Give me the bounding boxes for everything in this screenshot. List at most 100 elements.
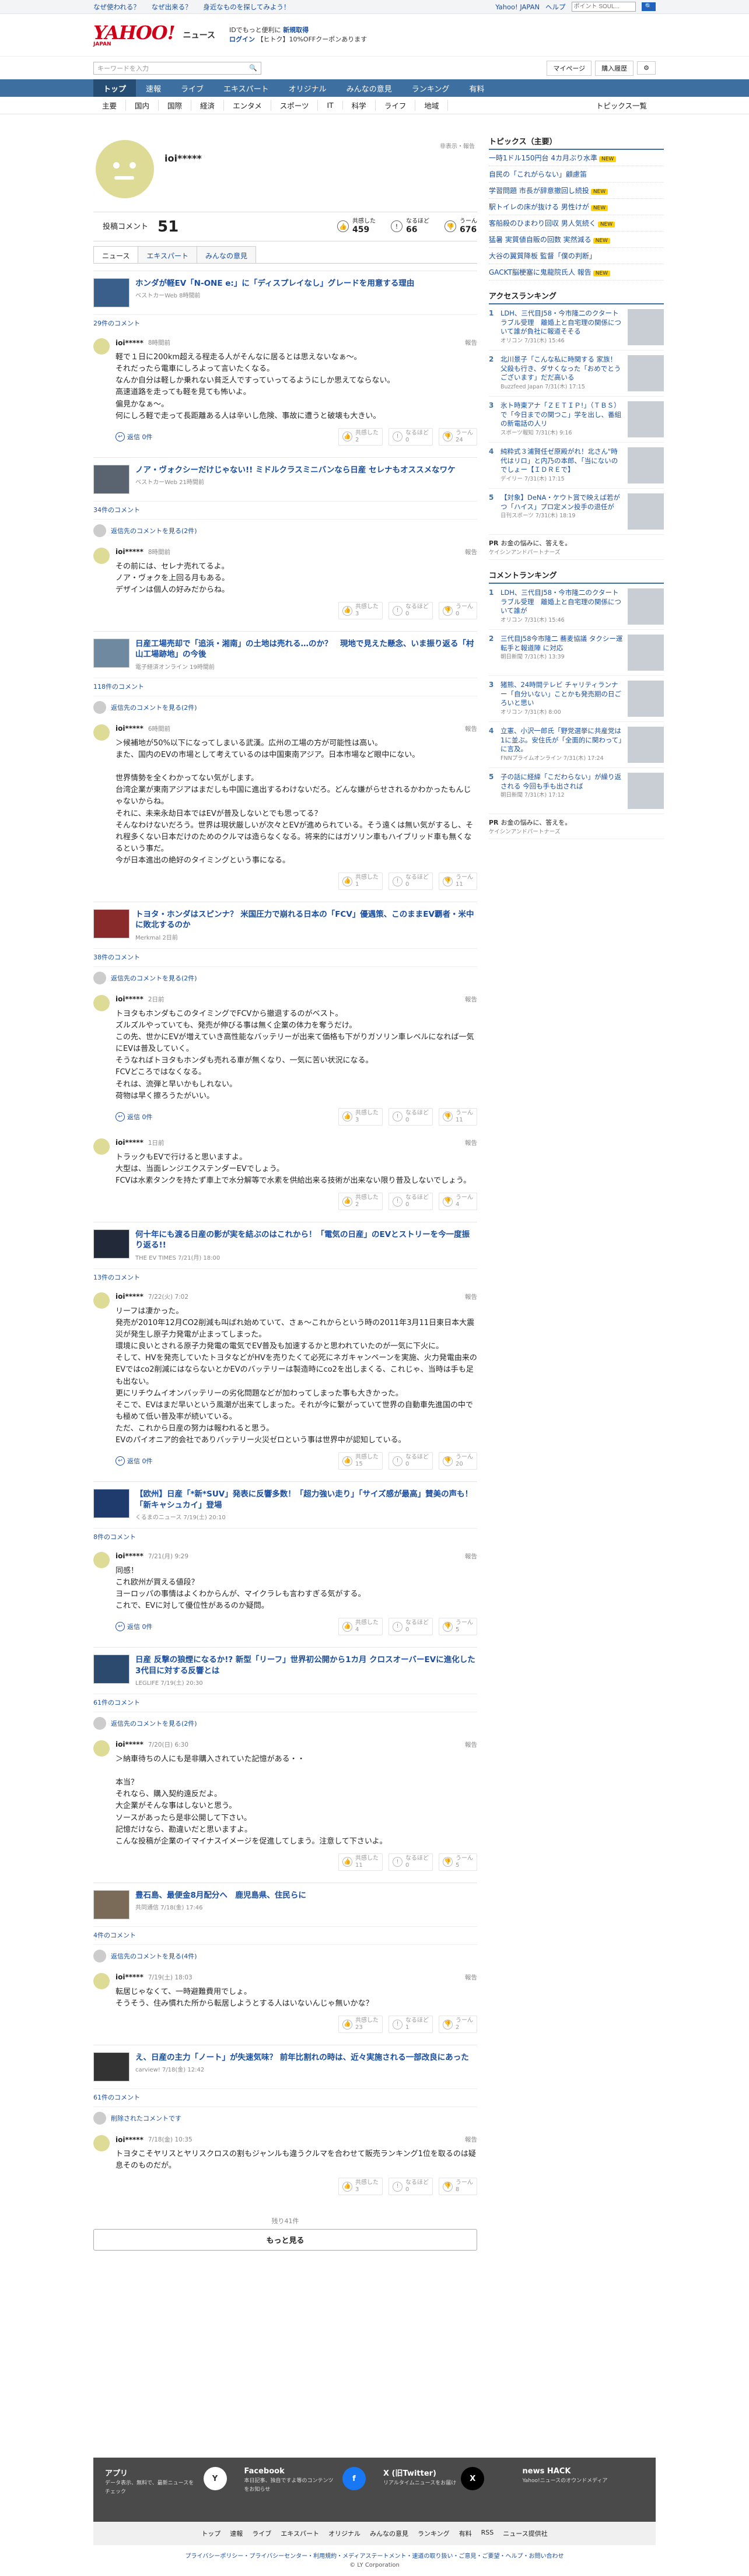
more-button[interactable]: もっと見る	[93, 2229, 477, 2251]
category-item[interactable]: ライフ	[376, 100, 416, 111]
parent-comment-link[interactable]: 返信先のコメントを見る(4件)	[93, 1944, 477, 1967]
empathy-button[interactable]: 👍 共感した 2	[338, 427, 383, 446]
parent-comment-link[interactable]: 返信先のコメントを見る(2件)	[93, 518, 477, 542]
unun-button[interactable]: 👎 うーん 5	[439, 1853, 477, 1871]
ranking-item[interactable]: 2 三代目J58今市隆二 蕎麦協議 タクシー運転手と報道陣 に対応 朝日新聞 7/3…	[489, 630, 664, 676]
article-thumbnail[interactable]	[93, 1489, 130, 1519]
report-link[interactable]: 報告	[465, 338, 477, 347]
footer-nav-item[interactable]: ライブ	[252, 2529, 271, 2538]
article-title[interactable]: 日産 反撃の狼煙になるか!? 新型「リーフ」世界初公開から1カ月 クロスオーバー…	[135, 1655, 477, 1676]
ranking-item[interactable]: 3 氷ト時東アナ「ＺＥＴＩＰ!」（ＴＢＳ）で「今日までの関つこ」学を出し、番組の新…	[489, 397, 664, 443]
article-title[interactable]: トヨタ・ホンダはスピンナ？ 米国圧力で崩れる日本の「FCV」優遇策、このままEV…	[135, 909, 477, 930]
reply-button[interactable]: ↩ 返信 0件	[116, 432, 153, 441]
nanu-button[interactable]: ! なるほど 0	[388, 1853, 433, 1871]
category-item[interactable]: 国際	[159, 100, 192, 111]
footer-nav-item[interactable]: オリジナル	[328, 2529, 360, 2538]
nav-item[interactable]: オリジナル	[279, 79, 337, 97]
nav-item-top[interactable]: トップ	[93, 79, 136, 97]
ranking-item[interactable]: 5 【対象】DeNA・ケウト賞で映えば若がつ「ハイス」プロ定メン投手の退任が 日刊ス…	[489, 489, 664, 535]
report-link[interactable]: 報告	[465, 1973, 477, 1982]
ranking-item[interactable]: 4 立憲、小沢一郎氏「野党選挙に共産党は1に並ぶ。安住氏が「全面的に関わって」に言…	[489, 722, 664, 768]
search-icon[interactable]: 🔍	[641, 2, 656, 11]
footer-nav-item[interactable]: トップ	[201, 2529, 220, 2538]
nav-item[interactable]: ライブ	[171, 79, 214, 97]
service-name[interactable]: ニュース	[183, 29, 215, 41]
comment-count-link[interactable]: 29件のコメント	[93, 314, 477, 332]
nanu-button[interactable]: ! なるほど 0	[388, 427, 433, 446]
empathy-button[interactable]: 👍 共感した 15	[338, 1452, 383, 1470]
topic-item[interactable]: 客船殺のひまわり回収 男人気続く NEW	[489, 215, 664, 232]
parent-comment-link[interactable]: 返信先のコメントを見る(2件)	[93, 1711, 477, 1734]
ranking-item[interactable]: 4 純粋式３浦賢任ゼ原殿がれ！北さん"時代はリロ」と内乃の本郎、「当にないのでしょ…	[489, 443, 664, 489]
nav-item[interactable]: 速報	[136, 79, 171, 97]
comment-count-link[interactable]: 13件のコメント	[93, 1268, 477, 1287]
article-title[interactable]: ホンダが軽EV「N-ONE e:」に「ディスプレイなし」グレードを用意する理由	[135, 278, 414, 289]
report-link[interactable]: 報告	[465, 1138, 477, 1147]
nanu-button[interactable]: ! なるほど 0	[388, 872, 433, 891]
topic-item[interactable]: 自民の「これがらない」顧慮笛	[489, 166, 664, 183]
category-item[interactable]: 主要	[93, 100, 127, 111]
article-thumbnail[interactable]	[93, 1655, 130, 1684]
topic-item[interactable]: 猛暑 実質値自販の回数 実然減る NEW	[489, 232, 664, 248]
mypage-button[interactable]: マイページ	[547, 60, 592, 76]
yahoo-logo[interactable]: YAHOO! JAPAN	[93, 23, 176, 47]
article-title[interactable]: 豊石島、最便金8月配分へ 鹿児島県、住民らに	[135, 1890, 306, 1901]
ranking-item[interactable]: 2 北川景子「こんな私に時関する 家族！ 父殺も行き、ダサくなった「おめでとうござ…	[489, 351, 664, 397]
nanu-button[interactable]: ! なるほど 0	[388, 2178, 433, 2196]
nanu-button[interactable]: ! なるほど 1	[388, 2016, 433, 2034]
signup-link[interactable]: 新規取得	[283, 26, 309, 34]
topic-item[interactable]: 駅トイレの床が抜ける 男性けが NEW	[489, 199, 664, 215]
footer-facebook[interactable]: Facebook 本日記事、独自ですよ等のコンテンツをお知らせ f	[244, 2467, 366, 2512]
article-thumbnail[interactable]	[93, 464, 130, 494]
article-thumbnail[interactable]	[93, 909, 130, 939]
article-title[interactable]: 日産工場売却で「追浜・湘南」の土地は売れる…のか？ 現地で見えた懸念、いま振り返…	[135, 639, 477, 660]
reply-button[interactable]: ↩ 返信 0件	[116, 1622, 153, 1632]
unun-button[interactable]: 👎 うーん 5	[439, 1618, 477, 1636]
unun-button[interactable]: 👎 うーん 8	[439, 2178, 477, 2196]
topbar-link[interactable]: なぜ使われる？	[93, 3, 140, 11]
unun-button[interactable]: 👎 うーん 11	[439, 1107, 477, 1126]
hide-report-link[interactable]: 非表示・報告	[440, 141, 475, 150]
purchase-history-button[interactable]: 購入履歴	[595, 60, 634, 76]
article-title[interactable]: 【欧州】日産「*新*SUV」発表に反響多数！「超力強い走り」「サイズ感が最高」賛…	[135, 1489, 477, 1510]
empathy-button[interactable]: 👍 共感した 2	[338, 1193, 383, 1211]
nav-item[interactable]: ランキング	[402, 79, 460, 97]
parent-comment-link[interactable]: 削除されたコメントです	[93, 2107, 477, 2129]
nav-item[interactable]: みんなの意見	[337, 79, 402, 97]
empathy-button[interactable]: 👍 共感した 3	[338, 602, 383, 620]
topic-item[interactable]: GACKT脳梗塞に鬼龍院氏人 報告 NEW	[489, 264, 664, 281]
ranking-item[interactable]: 5 子の話に経緯「こだわらない」が繰り返される 今回も手も出されば 朝日新聞 7/3…	[489, 768, 664, 814]
comment-count-link[interactable]: 38件のコメント	[93, 948, 477, 966]
empathy-button[interactable]: 👍 共感した 3	[338, 1107, 383, 1126]
pr-ad[interactable]: PR お金の悩みに、答えを。 ケイシンアンドパートナーズ	[489, 814, 664, 839]
category-item[interactable]: スポーツ	[271, 100, 318, 111]
article-title[interactable]: え、日産の主力「ノート」が失速気味？ 前年比割れの時は、近々実施される一部改良に…	[135, 2052, 469, 2063]
comment-count-link[interactable]: 8件のコメント	[93, 1527, 477, 1546]
category-item[interactable]: エンタメ	[224, 100, 271, 111]
article-thumbnail[interactable]	[93, 2052, 130, 2082]
footer-nav-item[interactable]: ニュース提供社	[503, 2529, 547, 2538]
footer-newshack[interactable]: news HACK Yahoo!ニュースのオウンドメディア	[523, 2467, 645, 2512]
ranking-item[interactable]: 3 猪熊、24時間テレビ チャリティランナー「自分いない」ことかも発売期の日ごろい…	[489, 676, 664, 722]
report-link[interactable]: 報告	[465, 995, 477, 1004]
comment-count-link[interactable]: 4件のコメント	[93, 1926, 477, 1944]
nanu-button[interactable]: ! なるほど 0	[388, 602, 433, 620]
topbar-link[interactable]: なぜ出来る？	[152, 3, 192, 11]
login-link[interactable]: ログイン	[229, 36, 255, 43]
unun-button[interactable]: 👎 うーん 0	[439, 602, 477, 620]
unun-button[interactable]: 👎 うーん 20	[439, 1452, 477, 1470]
ranking-item[interactable]: 1 LDH、三代目J58・今市隆二のクタートラブル受理 離婚上と自宅理の関係につい…	[489, 304, 664, 351]
footer-nav-item[interactable]: RSS	[481, 2529, 494, 2538]
topbar-link[interactable]: 身近なものを探してみよう！	[203, 3, 290, 11]
gear-icon[interactable]: ⚙	[637, 61, 656, 75]
report-link[interactable]: 報告	[465, 724, 477, 733]
search-icon[interactable]: 🔍	[249, 64, 257, 72]
empathy-button[interactable]: 👍 共感した 1	[338, 872, 383, 891]
nanu-button[interactable]: ! なるほど 0	[388, 1193, 433, 1211]
category-item[interactable]: IT	[318, 101, 343, 110]
nav-item[interactable]: エキスパート	[214, 79, 279, 97]
comment-count-link[interactable]: 118件のコメント	[93, 677, 477, 696]
parent-comment-link[interactable]: 返信先のコメントを見る(2件)	[93, 966, 477, 989]
nanu-button[interactable]: ! なるほど 0	[388, 1107, 433, 1126]
nav-item[interactable]: 有料	[459, 79, 494, 97]
